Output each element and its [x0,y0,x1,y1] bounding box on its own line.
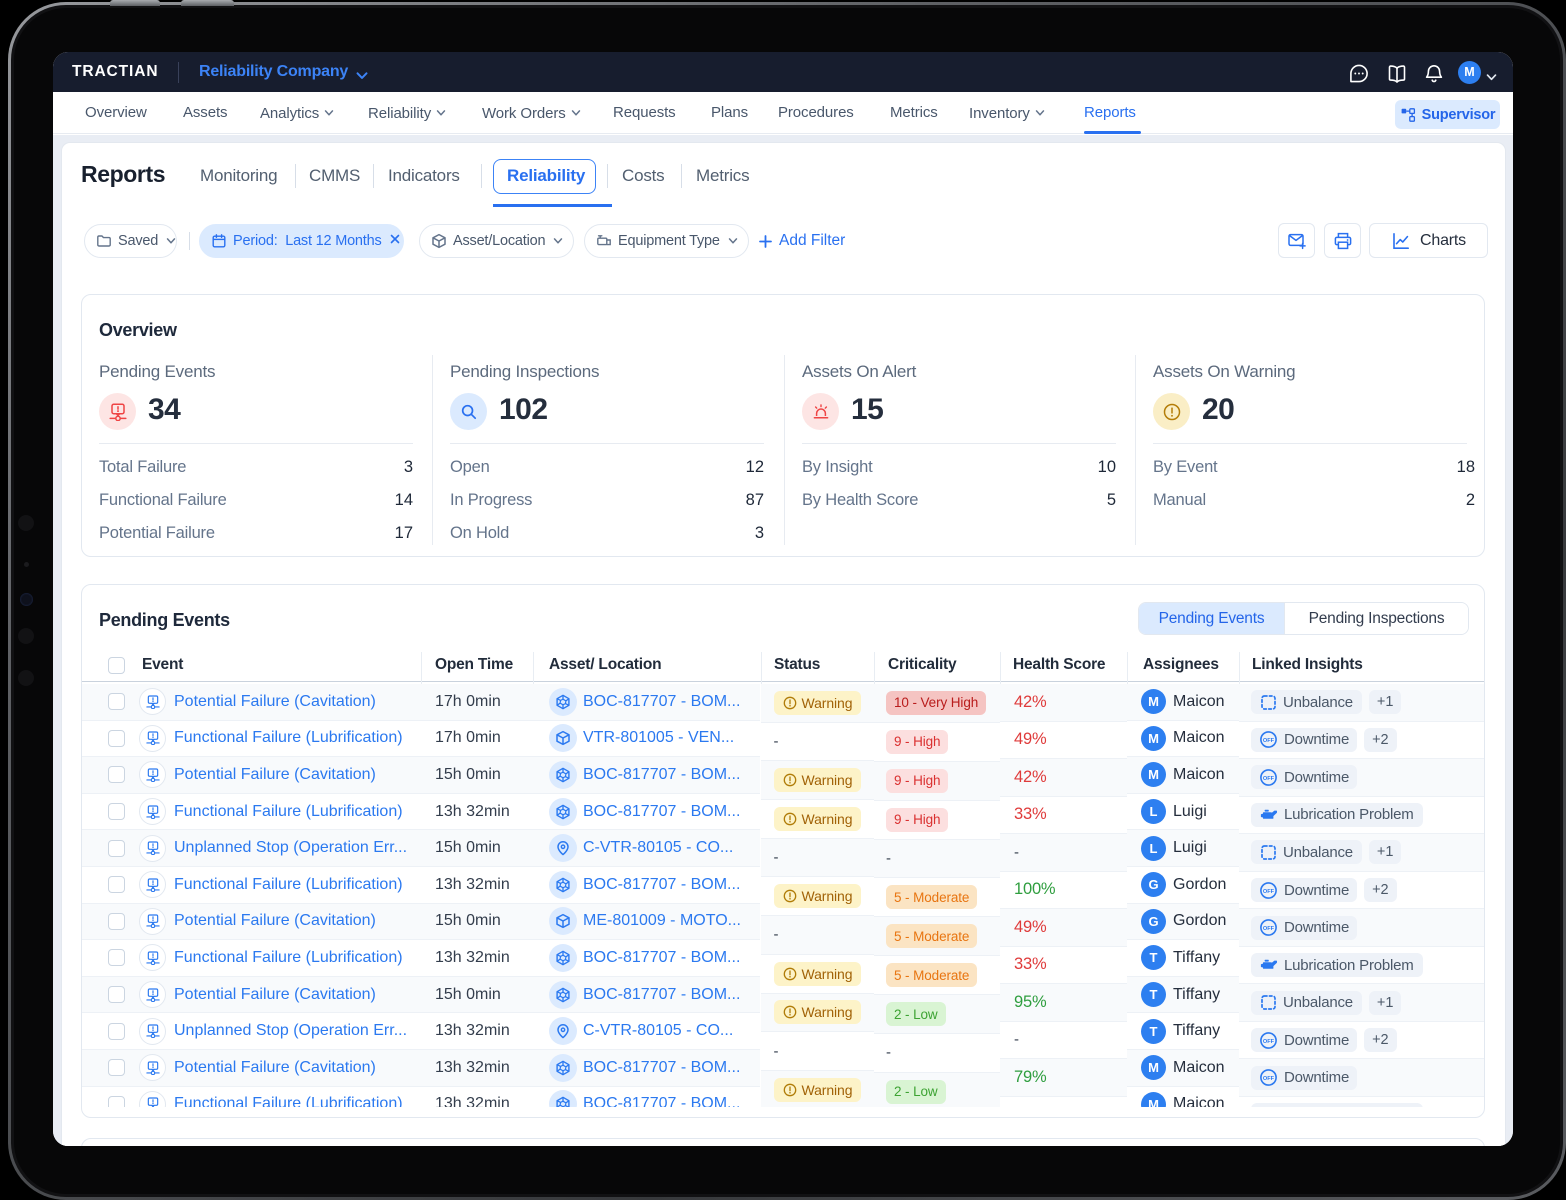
svg-text:OFF: OFF [1263,1039,1275,1045]
svg-text:OFF: OFF [1263,926,1275,932]
svg-text:OFF: OFF [1263,738,1275,744]
svg-text:OFF: OFF [1263,1076,1275,1082]
svg-text:OFF: OFF [1263,776,1275,782]
svg-text:OFF: OFF [1263,889,1275,895]
